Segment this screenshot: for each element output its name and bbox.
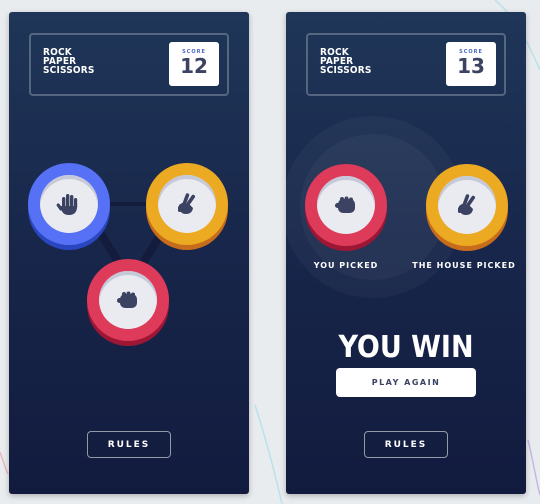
rules-button[interactable]: RULES <box>87 431 171 458</box>
game-screen-select: ROCK PAPER SCISSORS SCORE 12 RULES <box>9 12 249 494</box>
game-logo: ROCK PAPER SCISSORS <box>43 48 95 76</box>
result-text: YOU WIN <box>338 330 474 365</box>
logo-line-scissors: SCISSORS <box>320 65 372 76</box>
play-again-button[interactable]: PLAY AGAIN <box>336 368 476 397</box>
hand-scissors-icon <box>458 194 476 215</box>
you-picked-label: YOU PICKED <box>313 261 379 270</box>
score-value: 12 <box>180 54 208 78</box>
hand-rock-icon <box>117 291 137 308</box>
scissors-chip-face <box>438 176 496 234</box>
score-value: 13 <box>457 54 485 78</box>
hand-rock-icon <box>335 196 355 213</box>
paper-chip-face <box>40 175 98 233</box>
rock-choice-button[interactable] <box>87 259 169 341</box>
score-box: SCORE 13 <box>446 42 496 86</box>
rock-chip-face <box>317 176 375 234</box>
hand-scissors-icon <box>178 193 196 214</box>
hand-paper-icon <box>56 194 78 215</box>
logo-line-scissors: SCISSORS <box>43 65 95 76</box>
paper-choice-button[interactable] <box>28 163 110 245</box>
rules-button[interactable]: RULES <box>364 431 448 458</box>
game-screen-result: ROCK PAPER SCISSORS SCORE 13 YOU PICKED … <box>286 12 526 494</box>
score-header: ROCK PAPER SCISSORS SCORE 13 <box>306 33 506 96</box>
you-picked-chip <box>305 164 387 246</box>
scissors-choice-button[interactable] <box>146 163 228 245</box>
score-box: SCORE 12 <box>169 42 219 86</box>
house-picked-chip <box>426 164 508 246</box>
house-picked-label: THE HOUSE PICKED <box>412 261 516 270</box>
score-header: ROCK PAPER SCISSORS SCORE 12 <box>29 33 229 96</box>
scissors-chip-face <box>158 175 216 233</box>
game-logo: ROCK PAPER SCISSORS <box>320 48 372 76</box>
rock-chip-face <box>99 271 157 329</box>
